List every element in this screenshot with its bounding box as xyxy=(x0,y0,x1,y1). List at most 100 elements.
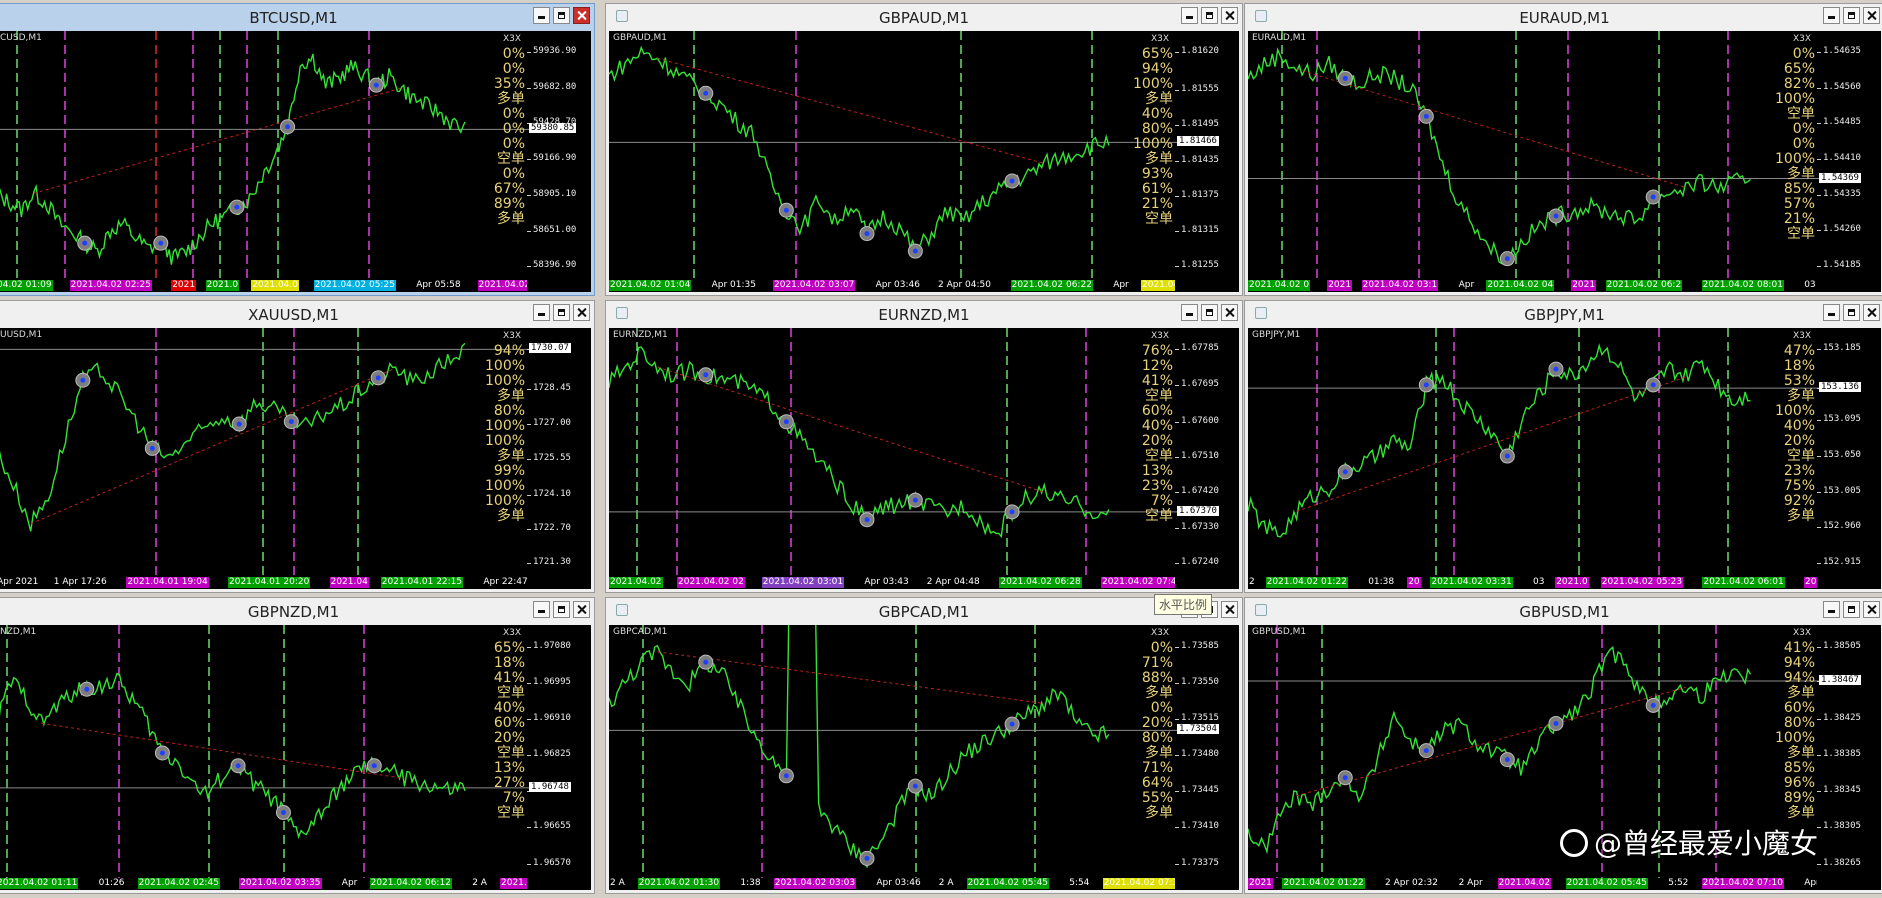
signal-percent-value: 65% xyxy=(1783,61,1815,77)
time-axis[interactable]: Apr 2021 1 Apr 17:26 2021.04.01 19:04 2021.… xyxy=(0,576,527,589)
signal-dot xyxy=(783,207,789,213)
maximize-button[interactable] xyxy=(553,7,570,24)
time-axis[interactable]: 04.02 01:09 2021.04.02 02:25 2021 2021.0 202… xyxy=(0,279,527,292)
signal-percent-panel: 0% 71% 88% 多单 0% 20% 80% 多单 71% 64% 55% 多单 xyxy=(1133,641,1173,821)
maximize-button[interactable] xyxy=(1843,7,1860,24)
chart-window-btcusd[interactable]: BTCUSD,M1 CUSD,M1 X3X 0% 0% 35% 多单 0% 0% 0% 空单 0% 67… xyxy=(0,3,595,296)
maximize-button[interactable] xyxy=(1201,304,1218,321)
maximize-button[interactable] xyxy=(553,601,570,618)
price-axis[interactable]: 1.38505 1.38467 1.38425 1.38385 1.38345 1.383… xyxy=(1817,625,1881,890)
current-price-label: 1.38467 xyxy=(1819,675,1861,686)
maximize-button[interactable] xyxy=(553,304,570,321)
price-tick-label: 59166.90 xyxy=(526,153,577,164)
maximize-button[interactable] xyxy=(1843,601,1860,618)
chart-plot-area[interactable]: UUSD,M1 X3X 94% 100% 100% 多单 80% 100% 100% 多单 99% 1… xyxy=(0,328,591,589)
signal-percent-value: 20% xyxy=(1141,433,1173,449)
chart-window-gbpaud[interactable]: GBPAUD,M1 GBPAUD,M1 X3X 65% 94% 100% 多单 40% 80% 1… xyxy=(605,3,1243,296)
time-label: 5:52 xyxy=(1668,878,1689,888)
minimize-button[interactable] xyxy=(1823,601,1840,618)
chart-plot-area[interactable]: GBPAUD,M1 X3X 65% 94% 100% 多单 40% 80% 100% 多单 93% 6… xyxy=(609,31,1239,292)
minimize-button[interactable] xyxy=(1823,304,1840,321)
chart-plot-area[interactable]: GBPCAD,M1 X3X 0% 71% 88% 多单 0% 20% 80% 多单 71% 64% 55… xyxy=(609,625,1239,890)
signal-percent-value: 0% xyxy=(1792,121,1815,137)
price-axis[interactable]: 1730.07 1728.45 1727.00 1725.55 1724.10 1722.… xyxy=(527,328,591,589)
price-axis[interactable]: 59936.90 59682.80 59428.70 59166.90 58905.10… xyxy=(526,31,591,292)
chart-window-eurnzd[interactable]: EURNZD,M1 EURNZD,M1 X3X 76% 12% 41% 空单 60% 40% 20… xyxy=(605,300,1243,593)
signal-dot xyxy=(1553,213,1559,219)
minimize-button[interactable] xyxy=(1181,7,1198,24)
price-tick-label: 1.73410 xyxy=(1175,821,1219,832)
minimize-button[interactable] xyxy=(533,601,550,618)
close-button[interactable] xyxy=(1863,7,1880,24)
chart-window-gbpjpy[interactable]: GBPJPY,M1 GBPJPY,M1 X3X 47% 18% 53% 多单 100% 40% 2… xyxy=(1244,300,1882,593)
time-axis[interactable]: 2021.04.02 01:11 01:26 2021.04.02 02:45 202… xyxy=(0,877,527,890)
chart-plot-area[interactable]: CUSD,M1 X3X 0% 0% 35% 多单 0% 0% 0% 空单 0% 67% 89% 多单 599… xyxy=(0,31,591,292)
window-titlebar[interactable]: GBPUSD,M1 xyxy=(1245,598,1882,624)
close-button[interactable] xyxy=(1221,7,1238,24)
chart-plot-area[interactable]: EURNZD,M1 X3X 76% 12% 41% 空单 60% 40% 20% 空单 13% 23%… xyxy=(609,328,1239,589)
minimize-button[interactable] xyxy=(1823,7,1840,24)
chart-window-gbpnzd[interactable]: GBPNZD,M1 NZD,M1 X3X 65% 18% 41% 空单 40% 60% 20% 空单… xyxy=(0,597,595,894)
signal-percent-value: 多单 xyxy=(1145,91,1173,107)
chart-window-xauusd[interactable]: XAUUSD,M1 UUSD,M1 X3X 94% 100% 100% 多单 80% 100% 1… xyxy=(0,300,595,593)
signal-percent-value: 67% xyxy=(493,181,525,197)
time-label: 2021.04.02 03:31 xyxy=(1430,577,1513,588)
maximize-button[interactable] xyxy=(1843,304,1860,321)
time-label: 2021.04.01 22:15 xyxy=(380,577,464,588)
signal-dot xyxy=(703,659,709,665)
signal-percent-value: 多单 xyxy=(1787,388,1815,404)
price-tick-label: 1.38265 xyxy=(1817,857,1861,868)
maximize-button[interactable] xyxy=(1201,7,1218,24)
time-axis[interactable]: 2 A 2021.04.02 01:30 1:38 2021.04.02 03:03 A… xyxy=(609,877,1175,890)
window-controls xyxy=(1823,601,1880,618)
price-axis[interactable]: 153.185 153.136 153.095 153.050 153.005 152.9… xyxy=(1817,328,1881,589)
chart-plot-area[interactable]: NZD,M1 X3X 65% 18% 41% 空单 40% 60% 20% 空单 13% 27% 7% 空… xyxy=(0,625,591,890)
chart-plot-area[interactable]: EURAUD,M1 X3X 0% 65% 82% 100% 空单 0% 0% 100% 多单 85% 5… xyxy=(1248,31,1881,292)
close-button[interactable] xyxy=(1221,601,1238,618)
close-button[interactable] xyxy=(1863,601,1880,618)
symbol-label: GBPCAD,M1 xyxy=(613,627,668,637)
minimize-button[interactable] xyxy=(1181,304,1198,321)
time-axis[interactable]: 2021.04.02 01:04 Apr 01:35 2021.04.02 03:0… xyxy=(609,279,1175,292)
time-axis[interactable]: 2021.04.02 0 2021 2021.04.02 03:1 Apr 2021.0… xyxy=(1248,279,1817,292)
price-tick-label: 1.38505 xyxy=(1817,640,1861,651)
time-label: 2021.04.02 07:10 xyxy=(1701,878,1784,889)
close-button[interactable] xyxy=(573,601,590,618)
trend-line xyxy=(657,651,1045,704)
close-button[interactable] xyxy=(1221,304,1238,321)
close-button[interactable] xyxy=(573,304,590,321)
price-tick-label: 1.54560 xyxy=(1817,81,1861,92)
signal-percent-panel: 65% 18% 41% 空单 40% 60% 20% 空单 13% 27% 7% 空单 xyxy=(485,641,525,821)
price-tick-label: 1.67600 xyxy=(1175,415,1219,426)
window-titlebar[interactable]: XAUUSD,M1 xyxy=(0,301,594,327)
chart-plot-area[interactable]: GBPJPY,M1 X3X 47% 18% 53% 多单 100% 40% 20% 空单 23% 75… xyxy=(1248,328,1881,589)
signal-dot xyxy=(1342,775,1348,781)
price-axis[interactable]: 1.970801.969951.969101.968251.967401.966… xyxy=(527,625,591,890)
signal-percent-value: 89% xyxy=(1783,790,1815,806)
price-axis[interactable]: 1.81620 1.81555 1.81495 1.81435 1.81375 1.813… xyxy=(1175,31,1239,292)
window-titlebar[interactable]: GBPCAD,M1 xyxy=(606,598,1242,624)
signal-percent-value: 20% xyxy=(1141,715,1173,731)
close-button[interactable] xyxy=(573,7,590,24)
window-titlebar[interactable]: EURNZD,M1 xyxy=(606,301,1242,327)
chart-window-gbpcad[interactable]: GBPCAD,M1 GBPCAD,M1 X3X 0% 71% 88% 多单 0% 20% 80% 多… xyxy=(605,597,1243,894)
price-tick-label: 1.54410 xyxy=(1817,153,1861,164)
signal-dot xyxy=(1650,382,1656,388)
time-label: 2021.0 xyxy=(205,280,240,291)
signal-percent-value: 27% xyxy=(493,775,525,791)
time-axis[interactable]: 2021.04.02 2021.04.02 02 2021.04.02 03:01 A… xyxy=(609,576,1175,589)
window-titlebar[interactable]: BTCUSD,M1 xyxy=(0,4,594,30)
price-axis[interactable]: 1.54635 1.54560 1.54485 1.54410 1.54335 1.542… xyxy=(1817,31,1881,292)
close-button[interactable] xyxy=(1863,304,1880,321)
time-axis[interactable]: 2021 2021.04.02 01:22 2 Apr 02:32 2 Apr 2021… xyxy=(1248,877,1817,890)
window-titlebar[interactable]: EURAUD,M1 xyxy=(1245,4,1882,30)
window-titlebar[interactable]: GBPAUD,M1 xyxy=(606,4,1242,30)
price-axis[interactable]: 1.67785 1.67695 1.67600 1.67510 1.67420 1.673… xyxy=(1175,328,1239,589)
chart-window-euraud[interactable]: EURAUD,M1 EURAUD,M1 X3X 0% 65% 82% 100% 空单 0% 0% 1… xyxy=(1244,3,1882,296)
minimize-button[interactable] xyxy=(533,304,550,321)
window-titlebar[interactable]: GBPJPY,M1 xyxy=(1245,301,1882,327)
price-axis[interactable]: 1.73585 1.73550 1.73515 1.73480 1.73445 1.734… xyxy=(1175,625,1239,890)
window-titlebar[interactable]: GBPNZD,M1 xyxy=(0,598,594,624)
minimize-button[interactable] xyxy=(533,7,550,24)
time-axis[interactable]: 2 2021.04.02 01:22 01:38 20 2021.04.02 03:31… xyxy=(1248,576,1817,589)
